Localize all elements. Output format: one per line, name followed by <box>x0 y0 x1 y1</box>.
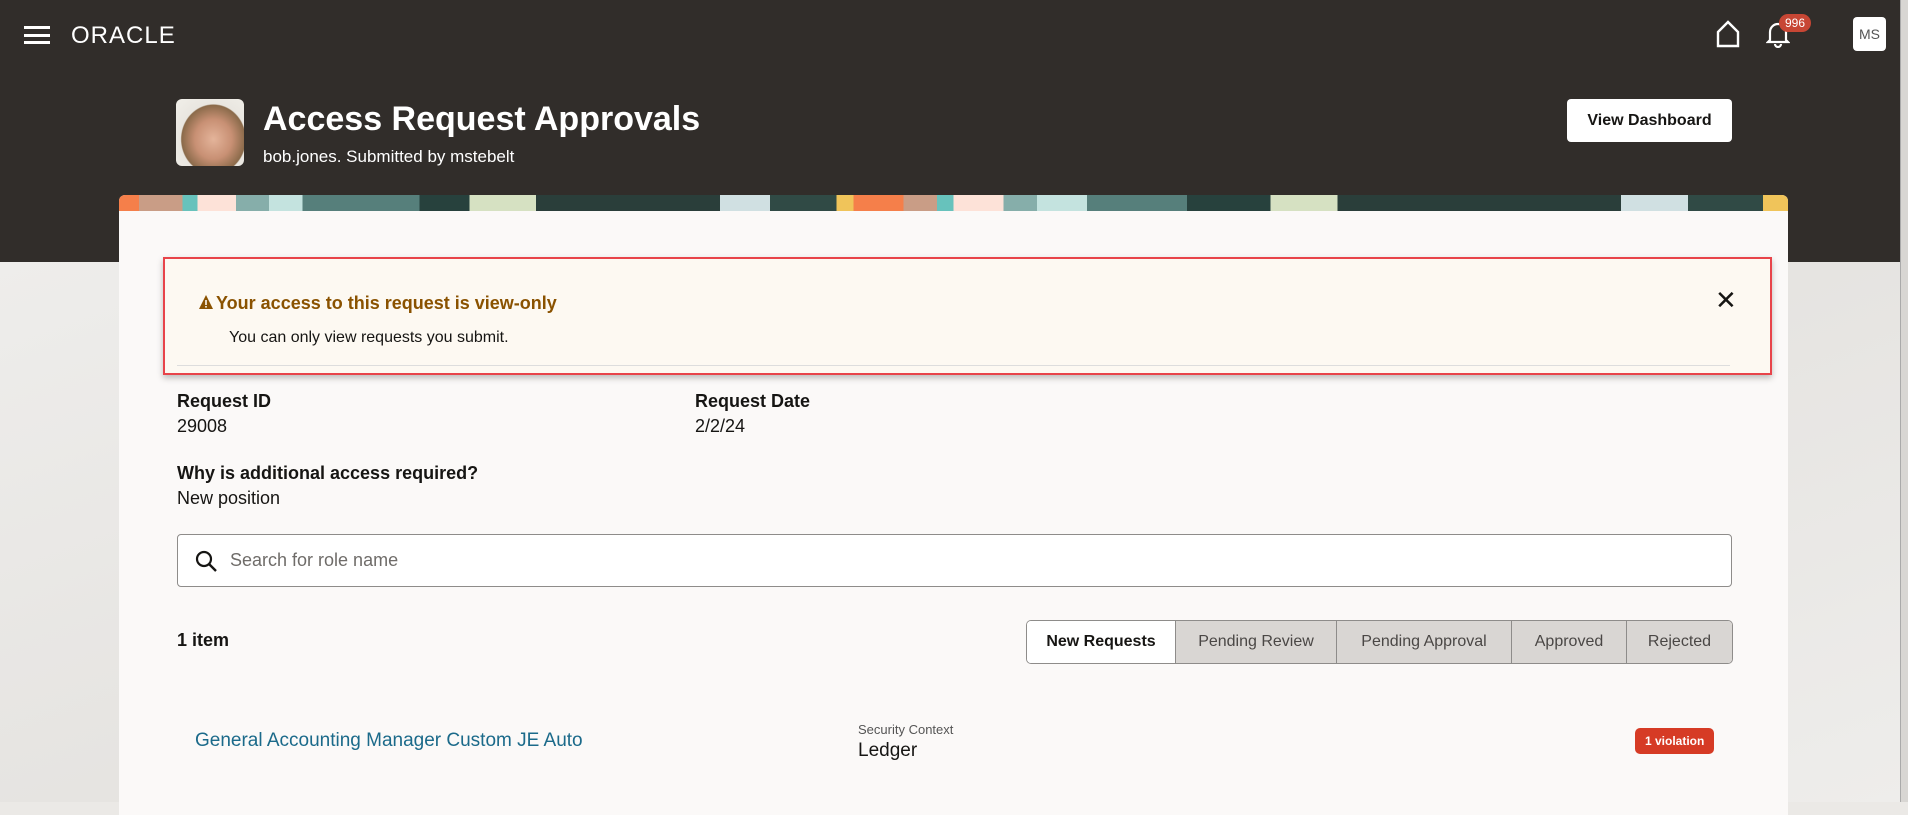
request-card: Your access to this request is view-only… <box>119 195 1788 815</box>
request-date-value: 2/2/24 <box>695 416 746 436</box>
oracle-logo[interactable]: ORACLE <box>71 22 176 50</box>
security-context-label: Security Context <box>858 722 954 737</box>
view-dashboard-button[interactable]: View Dashboard <box>1567 99 1732 142</box>
page-title: Access Request Approvals <box>263 100 701 138</box>
tab-new-requests[interactable]: New Requests <box>1027 621 1175 663</box>
request-id-label: Request ID <box>177 391 272 411</box>
violation-badge[interactable]: 1 violation <box>1635 728 1715 754</box>
page-subtitle: bob.jones. Submitted by mstebelt <box>263 147 515 166</box>
decorative-banner <box>119 195 1788 211</box>
status-tabs: New Requests Pending Review Pending Appr… <box>1026 620 1733 664</box>
view-only-alert: Your access to this request is view-only… <box>163 257 1772 375</box>
role-search[interactable] <box>177 534 1732 587</box>
tab-pending-review[interactable]: Pending Review <box>1175 621 1336 663</box>
justification-label: Why is additional access required? <box>177 463 479 483</box>
tab-pending-approval[interactable]: Pending Approval <box>1336 621 1511 663</box>
tab-rejected[interactable]: Rejected <box>1626 621 1732 663</box>
home-icon[interactable] <box>1716 20 1740 48</box>
justification-value: New position <box>177 488 281 508</box>
divider <box>177 365 1730 366</box>
user-avatar[interactable]: MS <box>1853 17 1886 51</box>
warning-icon <box>199 295 213 309</box>
hamburger-menu-icon[interactable] <box>24 26 50 44</box>
request-id-value: 29008 <box>177 416 228 436</box>
user-photo <box>176 99 244 166</box>
search-input[interactable] <box>230 535 1710 586</box>
item-count: 1 item <box>177 630 230 650</box>
notification-count-badge: 996 <box>1779 14 1812 32</box>
request-date-label: Request Date <box>695 391 811 411</box>
tab-approved[interactable]: Approved <box>1511 621 1626 663</box>
scrollbar[interactable] <box>1900 0 1908 802</box>
search-icon <box>195 550 217 572</box>
role-link[interactable]: General Accounting Manager Custom JE Aut… <box>195 730 583 752</box>
close-icon[interactable]: ✕ <box>1715 287 1737 313</box>
alert-title: Your access to this request is view-only <box>216 293 557 313</box>
security-context-value: Ledger <box>858 740 918 761</box>
alert-message: You can only view requests you submit. <box>229 329 509 346</box>
